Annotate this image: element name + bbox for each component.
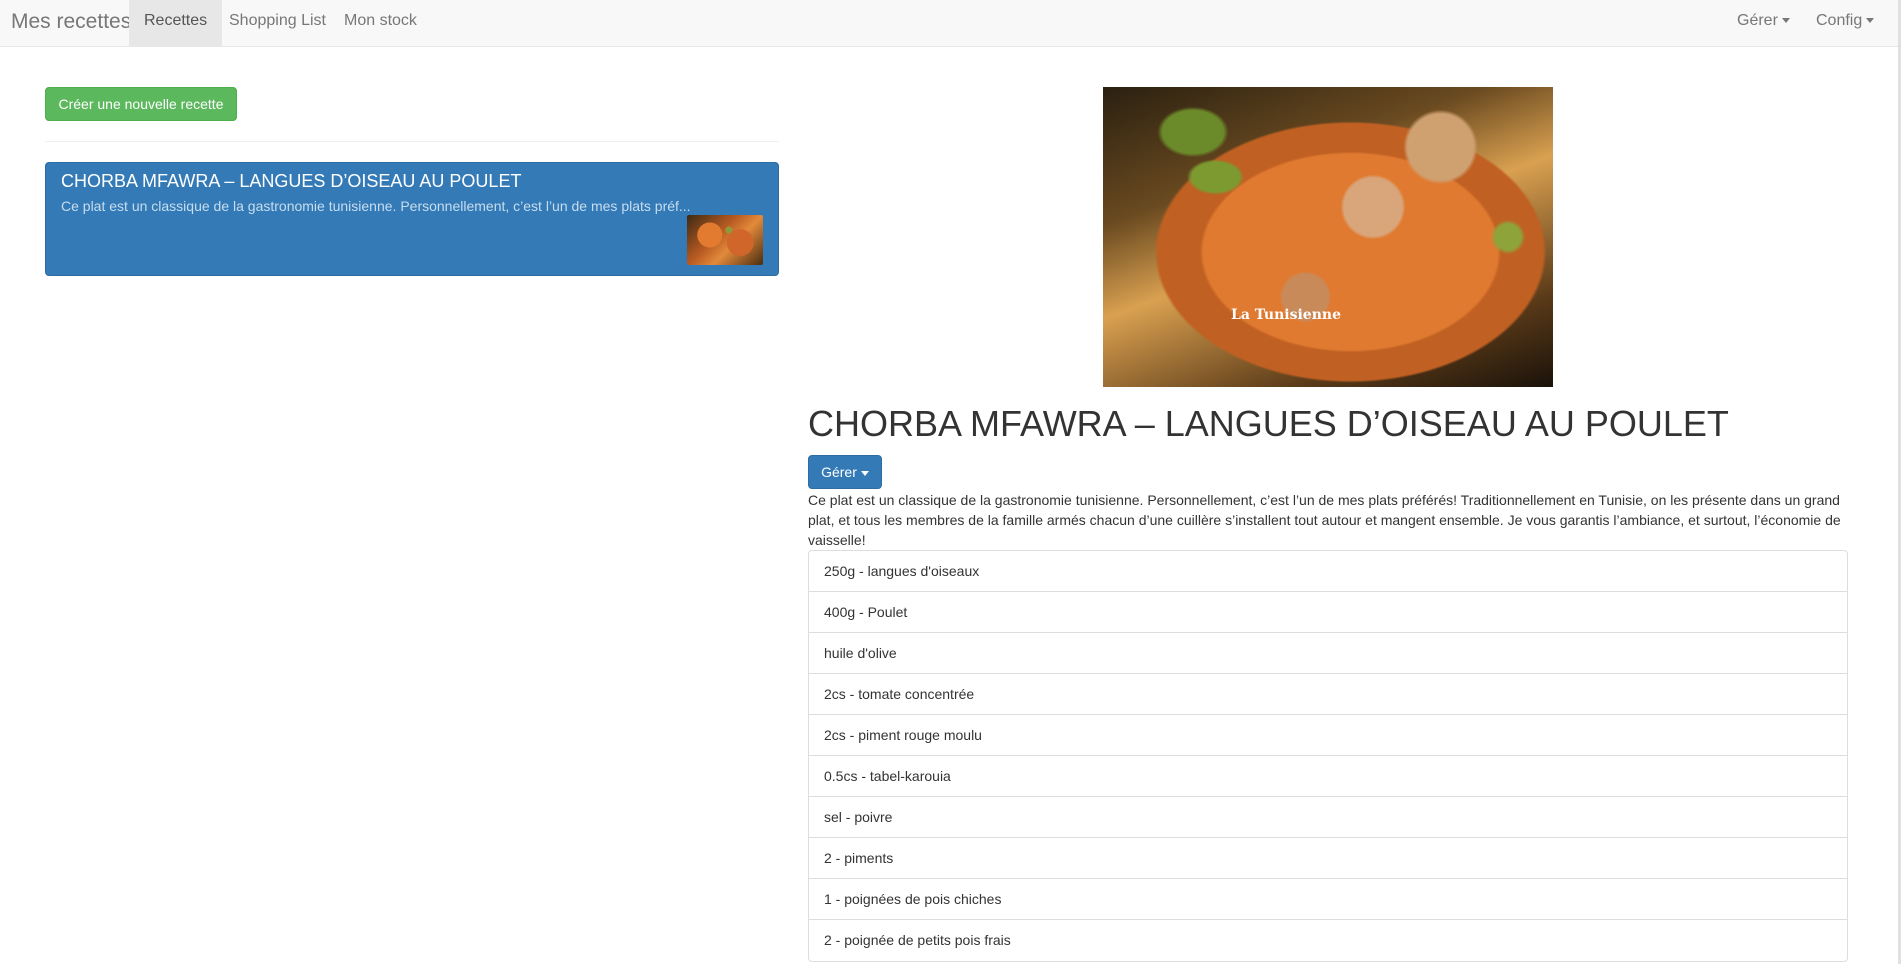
menu-gerer-label: Gérer [1737,12,1778,29]
recipe-list-item-excerpt: Ce plat est un classique de la gastronom… [61,198,691,214]
menu-gerer[interactable]: Gérer [1722,0,1805,46]
manage-recipe-button[interactable]: Gérer [808,455,882,489]
ingredient-item: sel - poivre [809,797,1847,838]
menu-config[interactable]: Config [1801,0,1889,46]
recipe-description: Ce plat est un classique de la gastronom… [808,492,1841,548]
chevron-down-icon [860,470,869,476]
ingredient-item: 1 - poignées de pois chiches [809,879,1847,920]
ingredient-item: 250g - langues d'oiseaux [809,551,1847,592]
ingredient-item: 2 - piments [809,838,1847,879]
tab-recettes[interactable]: Recettes [129,0,223,46]
brand-link[interactable]: Mes recettes [11,10,131,34]
menu-config-label: Config [1816,12,1863,29]
ingredient-list: 250g - langues d'oiseaux 400g - Poulet h… [808,550,1848,962]
recipe-list-item-title: CHORBA MFAWRA – LANGUES D’OISEAU AU POUL… [61,171,522,191]
recipe-title: CHORBA MFAWRA – LANGUES D’OISEAU AU POUL… [808,403,1729,444]
image-watermark: La Tunisienne [1231,307,1341,323]
tab-mon-stock[interactable]: Mon stock [329,0,432,46]
recipe-thumbnail [687,215,763,265]
chevron-down-icon [1781,18,1790,24]
ingredient-item: 2cs - tomate concentrée [809,674,1847,715]
ingredient-item: 2 - poignée de petits pois frais [824,932,1011,948]
recipe-list-item[interactable]: CHORBA MFAWRA – LANGUES D’OISEAU AU POUL… [45,162,779,276]
recipe-image: La Tunisienne [1103,87,1553,387]
ingredient-item: 2cs - piment rouge moulu [809,715,1847,756]
manage-recipe-label: Gérer [821,464,857,480]
ingredient-item: huile d'olive [809,633,1847,674]
navbar: Mes recettes Recettes Shopping List Mon … [0,0,1898,47]
tab-shopping-list[interactable]: Shopping List [214,0,341,46]
chevron-down-icon [1866,18,1875,24]
ingredient-item: 400g - Poulet [809,592,1847,633]
ingredient-item: 0.5cs - tabel-karouia [809,756,1847,797]
create-recipe-button[interactable]: Créer une nouvelle recette [45,87,237,121]
divider [45,141,779,142]
